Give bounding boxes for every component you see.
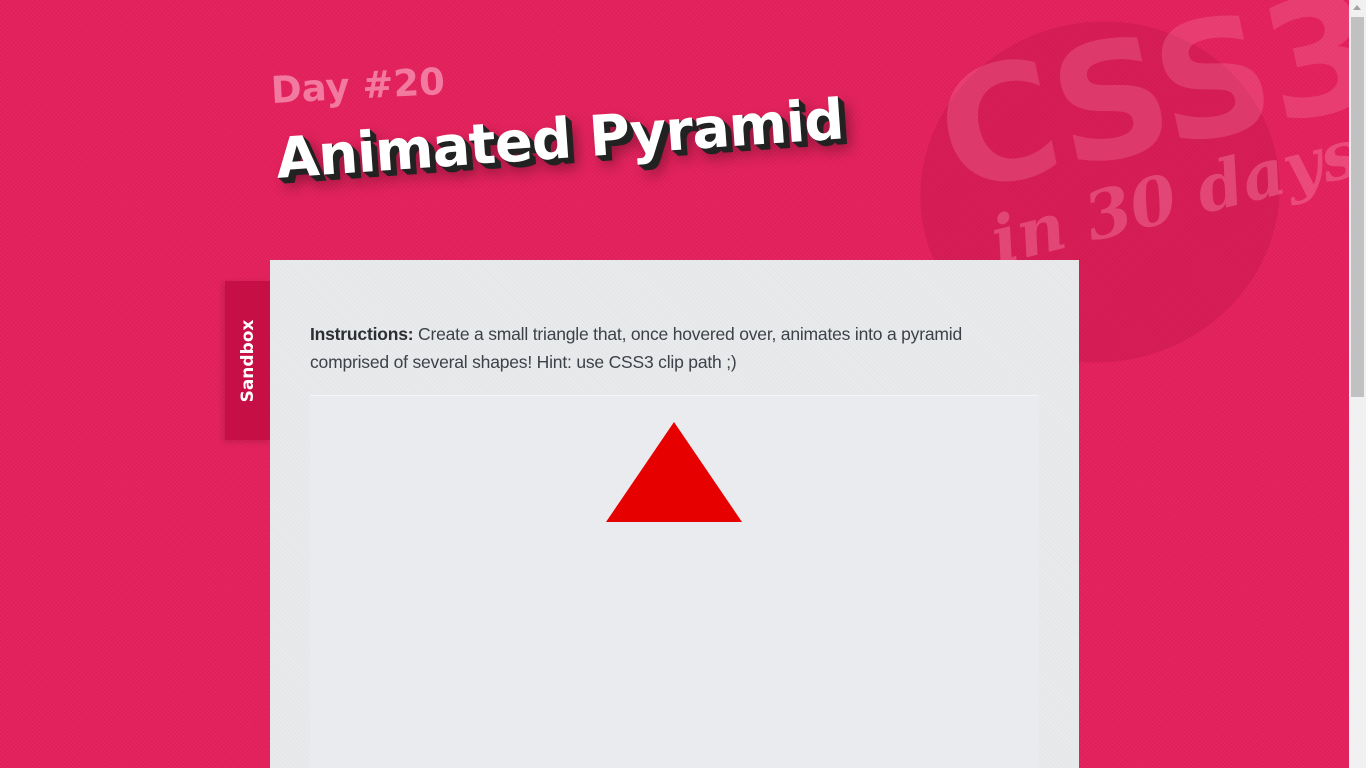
- vertical-scrollbar[interactable]: [1349, 0, 1366, 768]
- scrollbar-thumb[interactable]: [1351, 17, 1364, 397]
- content-panel: Instructions: Create a small triangle th…: [270, 260, 1079, 768]
- triangle-shape[interactable]: [606, 422, 742, 522]
- instructions: Instructions: Create a small triangle th…: [310, 320, 1010, 376]
- day-label: Day #20: [269, 59, 446, 112]
- instructions-label: Instructions:: [310, 324, 414, 344]
- sandbox-tab[interactable]: Sandbox: [225, 281, 270, 440]
- sandbox-tab-label: Sandbox: [237, 319, 258, 402]
- demo-area: [310, 395, 1039, 768]
- scroll-up-arrow-icon[interactable]: [1353, 5, 1361, 10]
